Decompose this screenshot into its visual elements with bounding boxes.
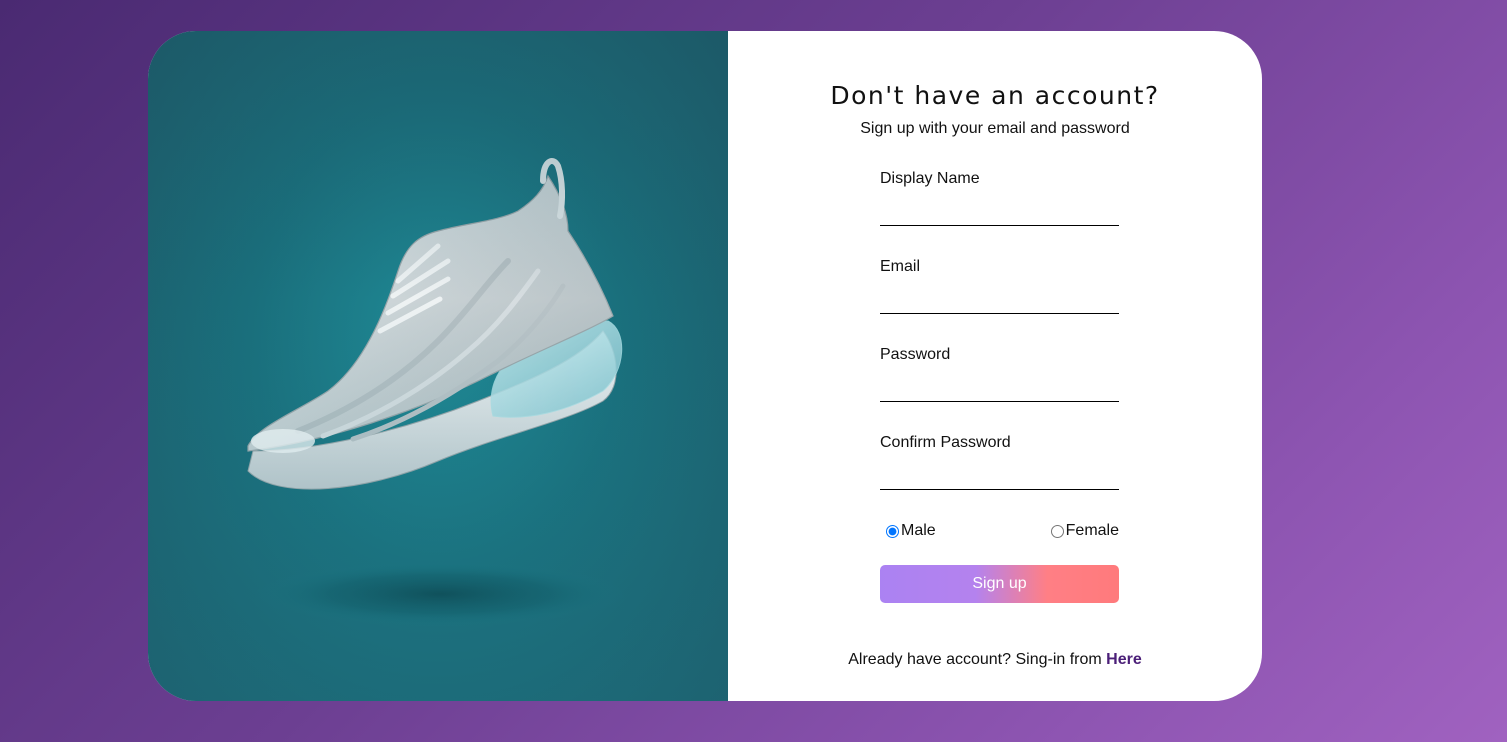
email-field-group: Email	[880, 258, 1119, 314]
female-radio[interactable]	[1050, 524, 1064, 538]
signup-card: Don't have an account? Sign up with your…	[148, 31, 1262, 701]
page-subtitle: Sign up with your email and password	[860, 120, 1130, 137]
signin-text: Already have account? Sing-in from	[848, 651, 1102, 668]
confirm-password-field-group: Confirm Password	[880, 434, 1119, 490]
email-input[interactable]	[880, 284, 1119, 314]
confirm-password-input[interactable]	[880, 460, 1119, 490]
password-input[interactable]	[880, 372, 1119, 402]
signup-button[interactable]: Sign up	[880, 565, 1119, 603]
password-label: Password	[880, 346, 951, 363]
male-radio[interactable]	[886, 524, 899, 538]
display-name-input[interactable]	[880, 196, 1119, 226]
password-field-group: Password	[880, 346, 1119, 402]
male-option[interactable]: Male	[880, 522, 936, 540]
page-title: Don't have an account?	[830, 81, 1160, 110]
display-name-field-group: Display Name	[880, 170, 1119, 226]
female-label: Female	[1065, 522, 1119, 539]
confirm-password-label: Confirm Password	[880, 434, 1011, 451]
gender-radio-group: Male Female	[880, 522, 1119, 540]
signin-prompt: Already have account? Sing-in from Here	[728, 651, 1262, 669]
female-option[interactable]: Female	[1045, 522, 1119, 540]
signup-form-panel: Don't have an account? Sign up with your…	[728, 31, 1262, 701]
signin-link[interactable]: Here	[1106, 651, 1142, 668]
email-label: Email	[880, 258, 921, 275]
male-label: Male	[901, 522, 936, 539]
hero-image-panel	[148, 31, 728, 701]
sneaker-image	[247, 158, 625, 626]
display-name-label: Display Name	[880, 170, 980, 187]
